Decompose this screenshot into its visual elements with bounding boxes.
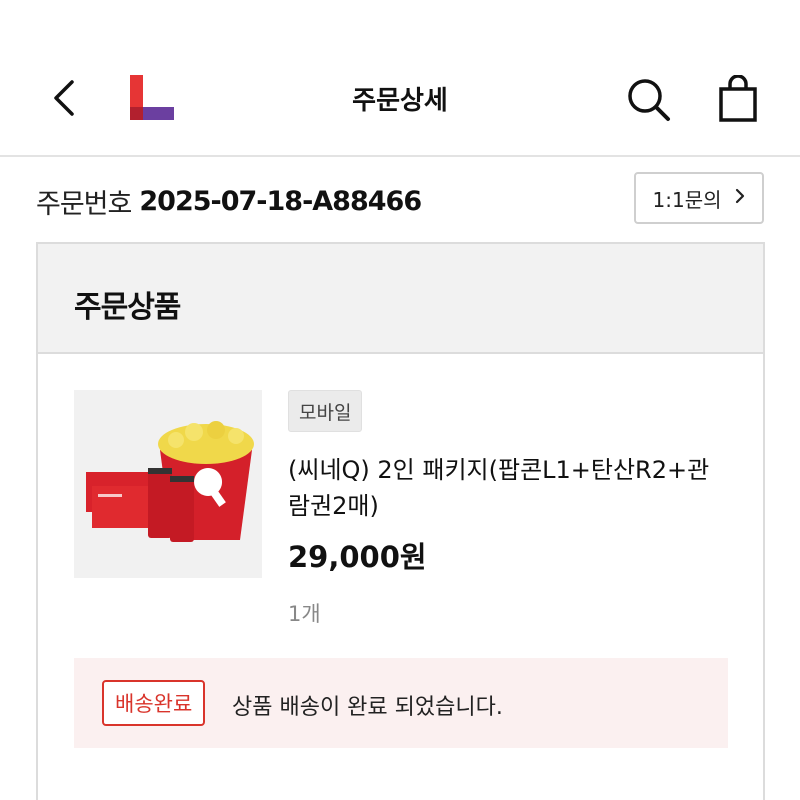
shopping-bag-icon (719, 75, 757, 122)
cart-button[interactable] (712, 72, 764, 126)
product-name[interactable]: (씨네Q) 2인 패키지(팝콘L1+탄산R2+관람권2매) (288, 452, 728, 524)
card-header: 주문상품 (38, 244, 763, 354)
order-number-row: 주문번호 2025-07-18-A88466 (36, 178, 422, 224)
product-image[interactable] (74, 390, 262, 578)
search-button[interactable] (622, 74, 676, 126)
page-title: 주문상세 (352, 86, 448, 116)
chevron-right-icon (734, 186, 746, 210)
order-number-value: 2025-07-18-A88466 (139, 185, 422, 217)
product-price: 29,000원 (288, 540, 427, 574)
delivery-status-box: 배송완료 상품 배송이 완료 되었습니다. (74, 658, 728, 748)
delivery-status-badge: 배송완료 (102, 680, 206, 726)
card-title: 주문상품 (74, 290, 181, 325)
product-type-badge: 모바일 (288, 390, 363, 432)
inquiry-button[interactable]: 1:1문의 (634, 172, 764, 224)
inquiry-button-label: 1:1문의 (652, 187, 722, 212)
search-icon (628, 79, 670, 121)
top-header: 주문상세 (0, 0, 800, 157)
order-product-card: 주문상품 모바일 (씨네Q) 2인 패키지(팝콘L1+탄산R2+관람권2매) 2… (36, 242, 765, 800)
product-quantity: 1개 (288, 602, 321, 626)
delivery-status-message: 상품 배송이 완료 되었습니다. (232, 695, 503, 720)
order-number-label: 주문번호 (36, 188, 132, 220)
